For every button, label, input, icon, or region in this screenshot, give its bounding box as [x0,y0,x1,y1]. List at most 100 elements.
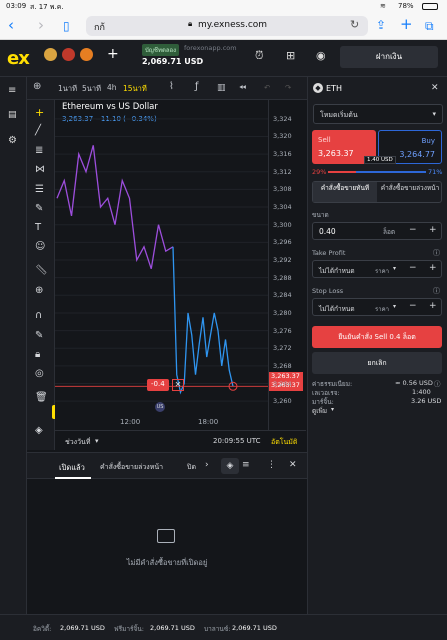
chevron-down-icon[interactable]: ▾ [393,265,396,272]
chevron-down-icon[interactable]: ▾ [95,437,99,445]
line-chart-icon[interactable]: ⌇ [169,81,174,92]
increase-tp-button[interactable]: + [429,263,437,273]
more-details-link[interactable]: ดูเพิ่ม [312,406,327,416]
new-tab-icon[interactable]: + [400,17,413,32]
info-icon[interactable]: ⓘ [433,286,440,296]
date-range-button[interactable]: ช่วงวันที่ [65,437,90,448]
settings-icon[interactable]: ⚙ [8,135,17,146]
tab-market-order[interactable]: คำสั่งซื้อขายทันที [313,182,377,202]
crosshair-icon[interactable]: + [35,106,44,119]
add-indicator-icon[interactable]: ⊕ [33,81,41,92]
alarm-icon[interactable]: ⏰︎ [255,49,264,63]
back-icon[interactable]: ‹ [8,18,14,33]
chevron-down-icon[interactable]: ▾ [196,57,200,65]
price-chart[interactable]: Ethereum vs US Dollar 3,263.37 −11.10 (−… [55,100,268,430]
magnet-icon[interactable]: ∩ [35,310,42,321]
instrument-icon-1[interactable] [44,48,57,61]
reload-icon[interactable]: ↻ [350,18,359,31]
close-position-icon[interactable]: ✕ [172,379,184,391]
group-view-icon[interactable]: ◈ [221,458,239,474]
channel-icon[interactable]: ≣ [35,145,43,156]
deposit-button[interactable]: ฝากเงิน [340,46,438,68]
fib-icon[interactable]: ☰ [35,184,44,195]
tabs-icon[interactable]: ⧉ [425,19,434,34]
pattern-icon[interactable]: ⋈ [35,164,45,175]
take-profit-field[interactable]: ไม่ได้กำหนด ราคา ▾ − + [312,260,442,278]
address-bar[interactable]: กก้ 🔒︎ my.exness.com ↻ [86,16,368,36]
tab-pending-order[interactable]: คำสั่งซื้อขายล่วงหน้า [378,182,442,202]
cancel-button[interactable]: ยกเลิก [312,352,442,374]
text-icon[interactable]: T [35,222,41,233]
undo-icon[interactable]: ↶ [264,83,270,92]
calendar-icon[interactable]: ▤ [8,110,17,120]
order-tabs: คำสั่งซื้อขายทันที คำสั่งซื้อขายล่วงหน้า [312,181,442,203]
chevron-down-icon[interactable]: ▾ [393,303,396,310]
timeframe-5m[interactable]: 5นาที [82,83,101,95]
empty-positions-text: ไม่มีคำสั่งซื้อขายที่เปิดอยู่ [126,558,208,567]
equity-label: อิควิตี้: [33,625,52,633]
menu-icon[interactable]: ≡ [8,85,16,96]
profile-icon[interactable]: ◉ [316,49,326,62]
indicators-icon[interactable]: ƒ [195,81,199,92]
volume-field[interactable]: 0.40 ล็อต − + [312,222,442,240]
brush-icon[interactable]: ✎ [35,203,43,214]
timeframe-4h[interactable]: 4h [107,83,117,92]
lock-drawings-icon[interactable]: ✎ [35,330,43,341]
tp-unit[interactable]: ราคา [375,266,389,276]
sl-value[interactable]: ไม่ได้กำหนด [319,304,355,314]
info-icon[interactable]: ⓘ [433,248,440,258]
y-tick-label: 3,312 [273,167,292,176]
trash-icon[interactable]: 🗑︎ [35,392,48,403]
layers-icon[interactable]: ◈ [35,425,43,436]
price-axis: 3,263.37 3,263.37 3,324 3,320 3,316 3,312 3,… [268,100,306,430]
increase-sl-button[interactable]: + [429,301,437,311]
grid-icon[interactable]: ⊞ [286,49,295,62]
volume-value[interactable]: 0.40 [319,227,336,236]
account-balance[interactable]: 2,069.71 USD [142,57,203,66]
zoom-icon[interactable]: ⊕ [35,285,43,296]
tab-pending[interactable]: คำสั่งซื้อขายล่วงหน้า [100,462,163,473]
position-label[interactable]: -0.4 [147,379,169,391]
chevron-right-icon[interactable]: › [205,460,209,470]
tp-value[interactable]: ไม่ได้กำหนด [319,266,355,276]
redo-icon[interactable]: ↷ [285,83,291,92]
timeframe-15m[interactable]: 15นาที [123,83,147,95]
instrument-icon-3[interactable] [80,48,93,61]
sentiment-bar [328,171,426,173]
tab-closed[interactable]: ปิด [187,462,196,473]
decrease-tp-button[interactable]: − [409,263,417,273]
increase-volume-button[interactable]: + [429,225,437,235]
emoji-icon[interactable]: ☺ [35,241,45,252]
tp-label: Take Profit [312,249,346,257]
close-panel-icon[interactable]: ✕ [431,83,439,93]
close-tabs-icon[interactable]: ✕ [289,460,297,470]
chevron-down-icon[interactable]: ▾ [331,406,334,413]
ruler-icon[interactable]: 📏︎ [35,265,48,276]
y-tick-label: 3,260 [273,397,292,406]
trendline-icon[interactable]: ╱ [35,125,41,136]
decrease-sl-button[interactable]: − [409,301,417,311]
eye-icon[interactable]: ◎ [35,368,44,379]
share-icon[interactable]: ⇪ [376,18,386,33]
more-options-icon[interactable]: ⋮ [267,460,276,470]
url-text: my.exness.com [198,20,268,30]
instrument-icon-2[interactable] [62,48,75,61]
decrease-volume-button[interactable]: − [409,225,417,235]
tab-open[interactable]: เปิดแล้ว [59,462,85,474]
y-tick-label: 3,304 [273,203,292,212]
stop-loss-field[interactable]: ไม่ได้กำหนด ราคา ▾ − + [312,298,442,316]
book-icon[interactable]: ▯ [63,19,70,34]
list-view-icon[interactable]: ≡ [242,460,250,470]
add-instrument-icon[interactable]: + [107,46,119,62]
y-tick-label: 3,292 [273,256,292,264]
timeframe-1m[interactable]: 1นาที [58,83,77,95]
order-mode-select[interactable]: โหมดเริ่มต้น ▾ [313,104,443,124]
rewind-icon[interactable]: ⏪︎ [239,83,246,93]
forward-icon[interactable]: › [38,18,44,33]
layout-icon[interactable]: ▥ [217,83,226,93]
info-icon[interactable]: ⓘ [434,378,441,388]
lock-icon[interactable]: 🔒︎ [35,349,40,360]
sl-unit[interactable]: ราคา [375,304,389,314]
auto-scale-button[interactable]: อัตโนมัติ [271,437,297,448]
confirm-sell-button[interactable]: ยืนยันคำสั่ง Sell 0.4 ล็อต [312,326,442,348]
